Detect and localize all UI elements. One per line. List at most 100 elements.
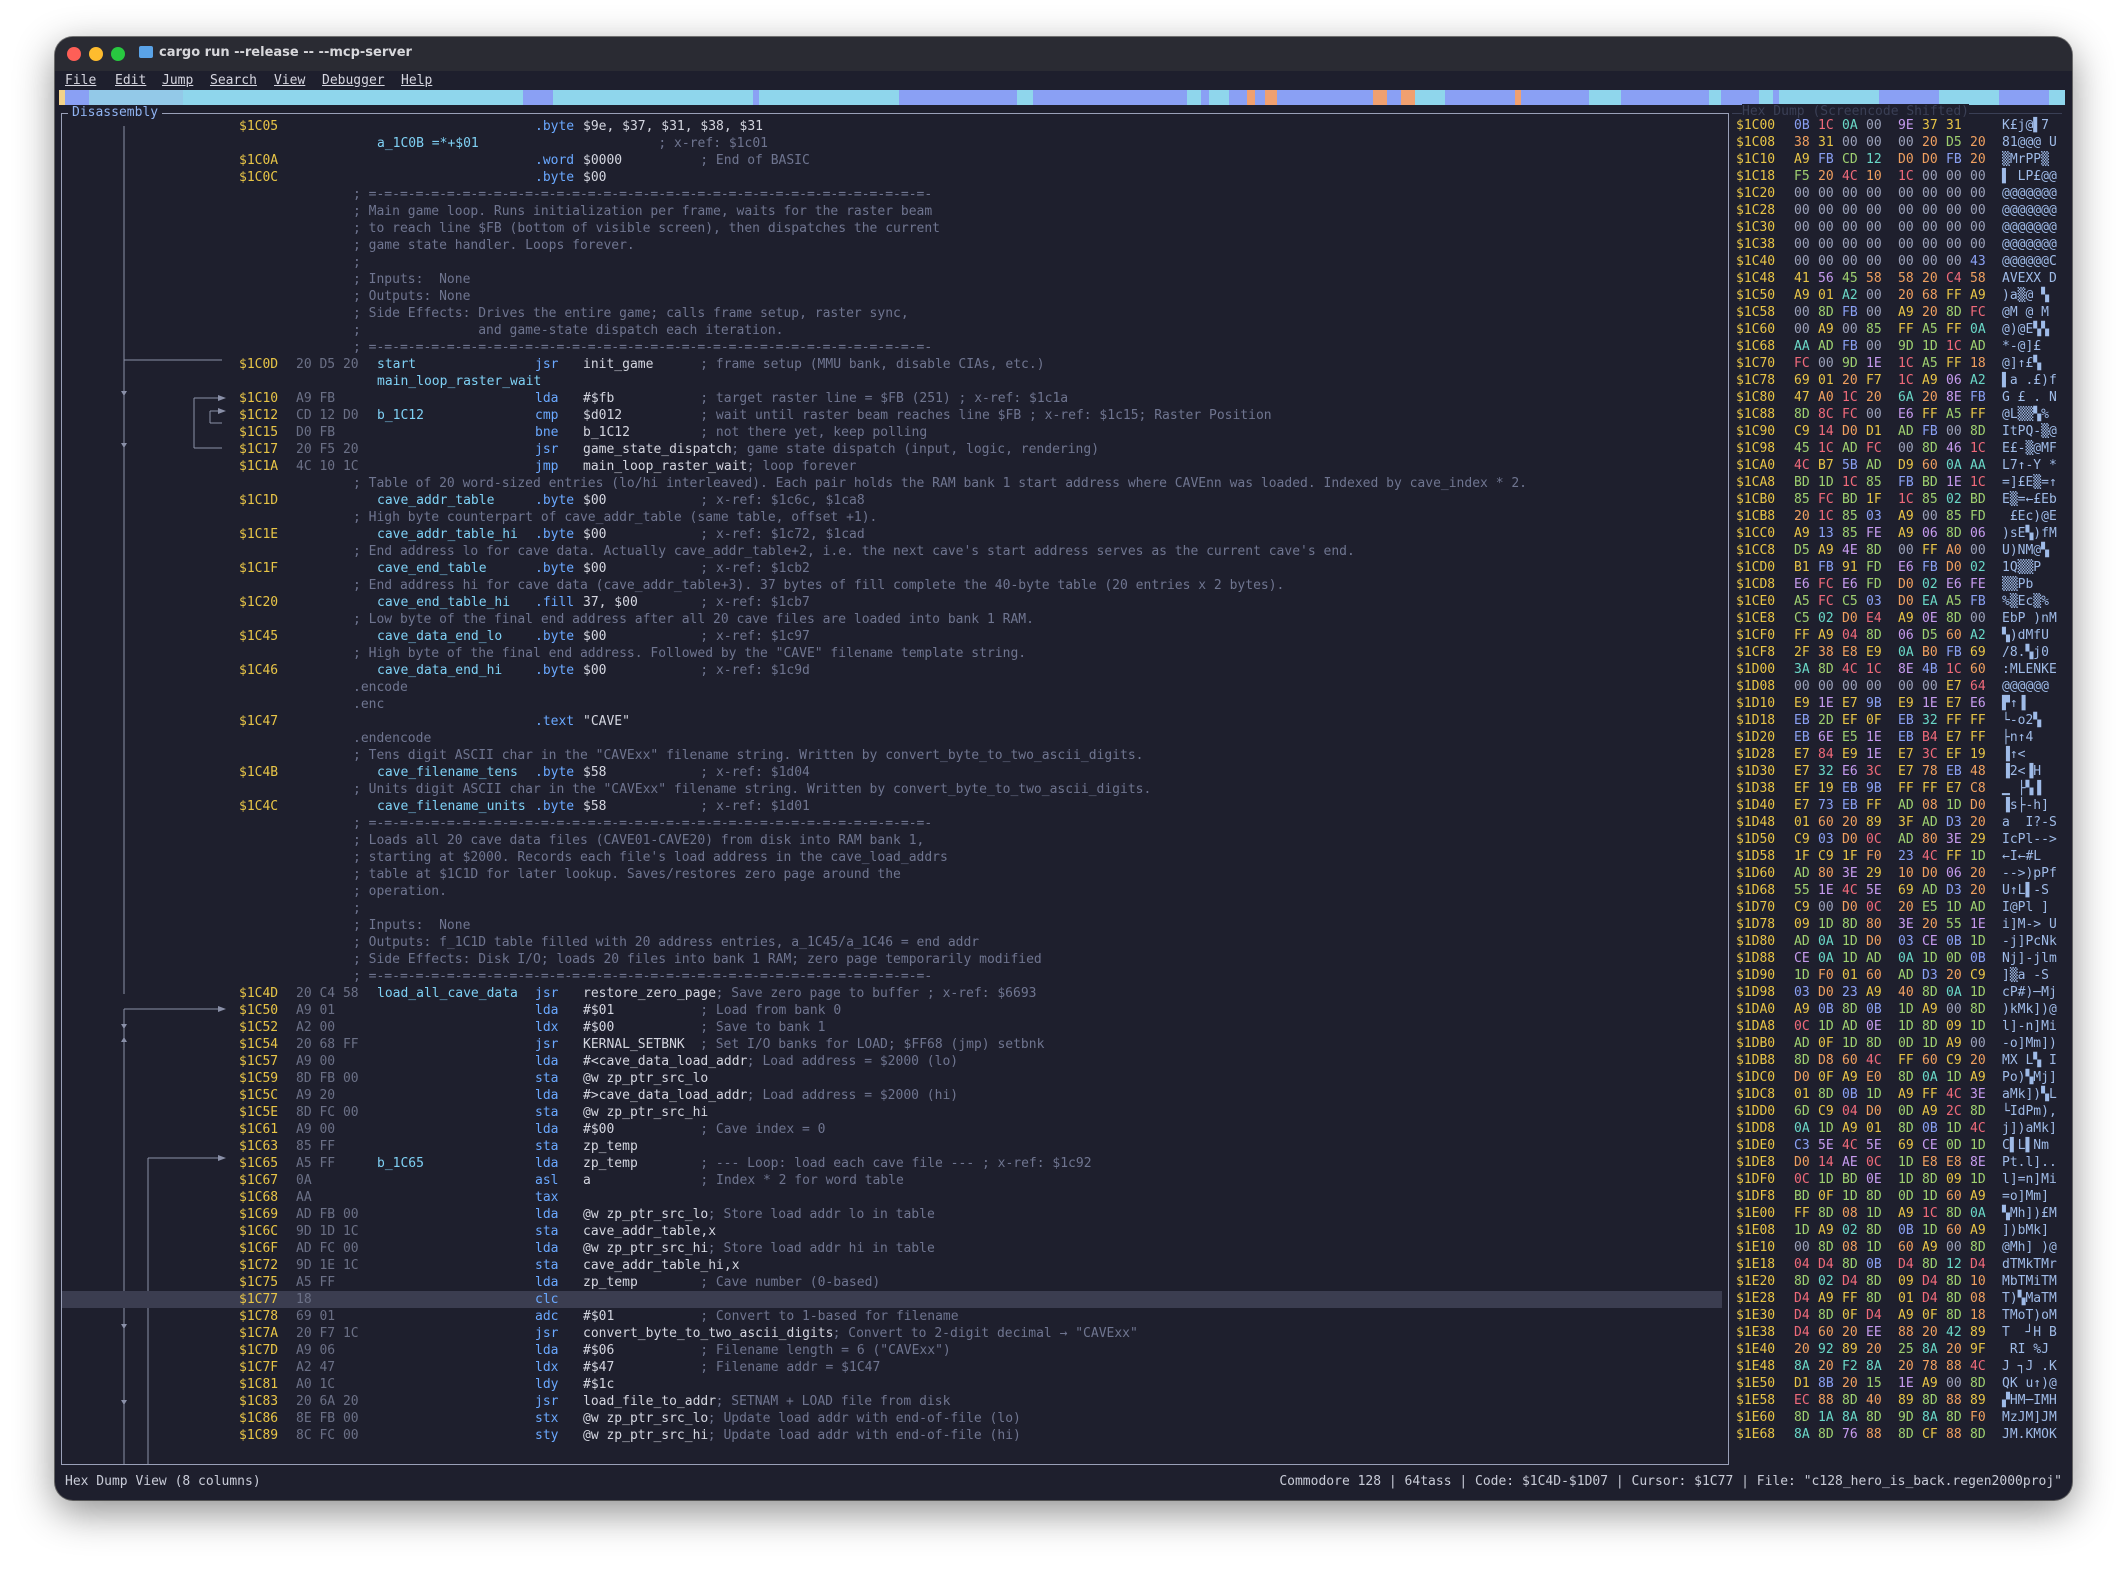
hex-byte[interactable]: 1E	[1818, 695, 1834, 712]
hex-byte[interactable]: C9	[1946, 1052, 1962, 1069]
hex-byte[interactable]: 0A	[1794, 1120, 1810, 1137]
hex-byte[interactable]: 8D	[1970, 423, 1986, 440]
hex-byte[interactable]: D4	[1794, 1324, 1810, 1341]
hex-row[interactable]: $1CA0 4C B7 5B AD D9 60 0A AA L7↑-Y *	[1736, 457, 2066, 474]
hex-byte[interactable]: FB	[1842, 338, 1858, 355]
hex-byte[interactable]: A9	[1898, 610, 1914, 627]
hex-byte[interactable]: D0	[1866, 1103, 1882, 1120]
hex-byte[interactable]: 19	[1970, 746, 1986, 763]
hex-byte[interactable]: 00	[1818, 678, 1834, 695]
hex-byte[interactable]: 1D	[1842, 1188, 1858, 1205]
hex-row[interactable]: $1C48 41 56 45 58 58 20 C4 58 AVEXX D	[1736, 270, 2066, 287]
hex-byte[interactable]: CE	[1922, 1137, 1938, 1154]
hex-byte[interactable]: FD	[1970, 508, 1986, 525]
hex-byte[interactable]: 0B	[1970, 950, 1986, 967]
hex-byte[interactable]: 0A	[1898, 644, 1914, 661]
hex-byte[interactable]: 8A	[1922, 1341, 1938, 1358]
hex-byte[interactable]: 3E	[1970, 1086, 1986, 1103]
hex-byte[interactable]: AD	[1842, 440, 1858, 457]
hex-byte[interactable]: 0E	[1866, 1018, 1882, 1035]
hex-byte[interactable]: A9	[1794, 151, 1810, 168]
hex-byte[interactable]: 00	[1866, 219, 1882, 236]
hex-byte[interactable]: 89	[1842, 1341, 1858, 1358]
hex-byte[interactable]: 1D	[1898, 1001, 1914, 1018]
hex-byte[interactable]: 89	[1866, 814, 1882, 831]
hex-byte[interactable]: 8D	[1818, 1239, 1834, 1256]
disasm-line[interactable]: $1C0D 20 D5 20 start jsr init_game ; frame s…	[62, 356, 1722, 373]
disasm-line[interactable]: ; High byte of the final end address. Fo…	[62, 645, 1722, 662]
hex-byte[interactable]: AD	[1970, 899, 1986, 916]
hex-row[interactable]: $1E40 20 92 89 20 25 8A 20 9F RI %J	[1736, 1341, 2066, 1358]
hex-byte[interactable]: 0D	[1898, 1188, 1914, 1205]
hex-byte[interactable]: 20	[1970, 134, 1986, 151]
hex-byte[interactable]: 14	[1818, 423, 1834, 440]
zoom-window-button[interactable]	[111, 47, 125, 61]
hex-byte[interactable]: 6A	[1898, 389, 1914, 406]
hex-byte[interactable]: 06	[1946, 865, 1962, 882]
hex-byte[interactable]: FF	[1970, 729, 1986, 746]
disasm-line[interactable]: ; and game-state dispatch each iteration…	[62, 322, 1722, 339]
hex-byte[interactable]: EB	[1794, 729, 1810, 746]
hex-byte[interactable]: 8D	[1898, 1120, 1914, 1137]
hex-byte[interactable]: F7	[1866, 372, 1882, 389]
hex-byte[interactable]: E7	[1946, 780, 1962, 797]
hex-byte[interactable]: 00	[1866, 304, 1882, 321]
hex-byte[interactable]: 25	[1898, 1341, 1914, 1358]
hex-byte[interactable]: 1D	[1970, 933, 1986, 950]
menu-file[interactable]: File	[65, 73, 96, 88]
disasm-line[interactable]: $1C89 8C FC 00 sty @w zp_ptr_src_hi; Update…	[62, 1427, 1722, 1444]
hex-byte[interactable]: 8D	[1922, 984, 1938, 1001]
hex-byte[interactable]: 00	[1794, 678, 1810, 695]
hex-byte[interactable]: AD	[1794, 933, 1810, 950]
hex-byte[interactable]: 40	[1866, 1392, 1882, 1409]
hex-byte[interactable]: D3	[1946, 882, 1962, 899]
hex-byte[interactable]: 00	[1842, 678, 1858, 695]
hex-byte[interactable]: BD	[1794, 1188, 1810, 1205]
hex-row[interactable]: $1D60 AD 80 3E 29 10 D0 06 20 -->)pPf	[1736, 865, 2066, 882]
hex-byte[interactable]: 08	[1842, 1239, 1858, 1256]
hex-byte[interactable]: 38	[1794, 134, 1810, 151]
hex-byte[interactable]: 02	[1818, 610, 1834, 627]
hex-byte[interactable]: D5	[1794, 542, 1810, 559]
hex-byte[interactable]: 8D	[1946, 1307, 1962, 1324]
hex-row[interactable]: $1D00 3A 8D 4C 1C 8E 4B 1C 60:MLENKE	[1736, 661, 2066, 678]
hex-byte[interactable]: 20	[1898, 899, 1914, 916]
hex-byte[interactable]: 8D	[1946, 1205, 1962, 1222]
hex-byte[interactable]: 00	[1818, 355, 1834, 372]
hex-byte[interactable]: A9	[1922, 372, 1938, 389]
hex-byte[interactable]: 0D	[1946, 950, 1962, 967]
hex-byte[interactable]: 00	[1818, 219, 1834, 236]
hex-byte[interactable]: 01	[1794, 814, 1810, 831]
hex-byte[interactable]: A5	[1794, 593, 1810, 610]
hex-byte[interactable]: 89	[1898, 1392, 1914, 1409]
hex-byte[interactable]: 89	[1970, 1392, 1986, 1409]
hex-row[interactable]: $1CA8 BD 1D 1C 85 FB BD 1E 1C =]£E▒=↑	[1736, 474, 2066, 491]
hex-row[interactable]: $1E58 EC 88 8D 40 89 8D 88 89 ▞HM─IMH	[1736, 1392, 2066, 1409]
hex-byte[interactable]: 23	[1898, 848, 1914, 865]
disasm-line[interactable]: $1C4C cave_filename_units .byte $58 ; x-ref…	[62, 798, 1722, 815]
hex-byte[interactable]: 43	[1970, 253, 1986, 270]
hex-byte[interactable]: 1E	[1866, 729, 1882, 746]
hex-byte[interactable]: A9	[1818, 321, 1834, 338]
hex-byte[interactable]: FC	[1970, 304, 1986, 321]
disasm-line[interactable]: ; game state handler. Loops forever.	[62, 237, 1722, 254]
hex-byte[interactable]: 12	[1946, 1256, 1962, 1273]
hex-byte[interactable]: D0	[1866, 933, 1882, 950]
hex-byte[interactable]: B0	[1922, 644, 1938, 661]
hex-byte[interactable]: FF	[1922, 780, 1938, 797]
hex-byte[interactable]: 8E	[1946, 389, 1962, 406]
hex-row[interactable]: $1D30 E7 32 E6 3C E7 78 EB 48 ▐2<▐H	[1736, 763, 2066, 780]
hex-byte[interactable]: 4C	[1970, 1358, 1986, 1375]
hex-byte[interactable]: 47	[1794, 389, 1810, 406]
hex-row[interactable]: $1D40 E7 73 EB FF AD 08 1D D0 ▐s├-h]	[1736, 797, 2066, 814]
hex-byte[interactable]: 20	[1898, 287, 1914, 304]
disasm-line[interactable]: ; Outputs: f_1C1D table filled with 20 a…	[62, 934, 1722, 951]
hex-byte[interactable]: 9D	[1842, 355, 1858, 372]
hex-byte[interactable]: FB	[1946, 151, 1962, 168]
hex-row[interactable]: $1D80 AD 0A 1D D0 03 CE 0B 1D -j]PcNk	[1736, 933, 2066, 950]
hex-byte[interactable]: FB	[1818, 559, 1834, 576]
hex-byte[interactable]: E9	[1842, 746, 1858, 763]
hex-byte[interactable]: 5E	[1866, 882, 1882, 899]
hex-byte[interactable]: 19	[1818, 780, 1834, 797]
hex-dump-panel[interactable]: Hex Dump (Screencode Shifted) $1C00 0B 1C 0…	[1732, 104, 2066, 1465]
